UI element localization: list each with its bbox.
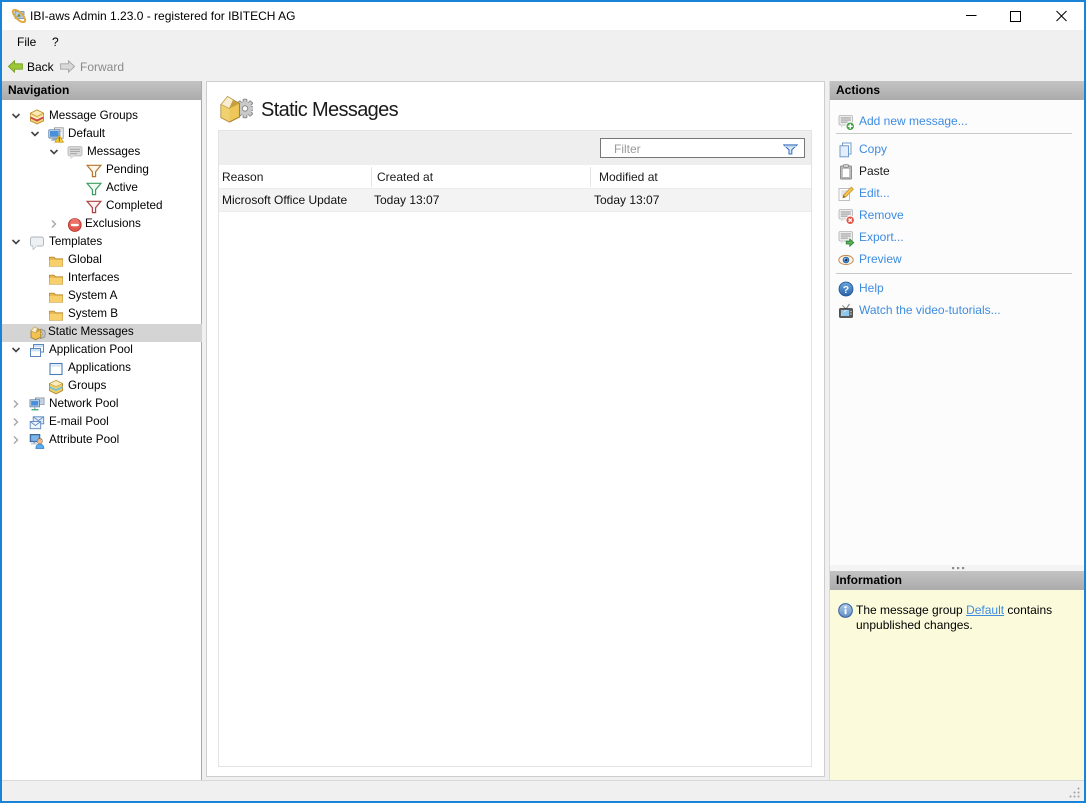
svg-text:?: ?: [843, 284, 849, 296]
